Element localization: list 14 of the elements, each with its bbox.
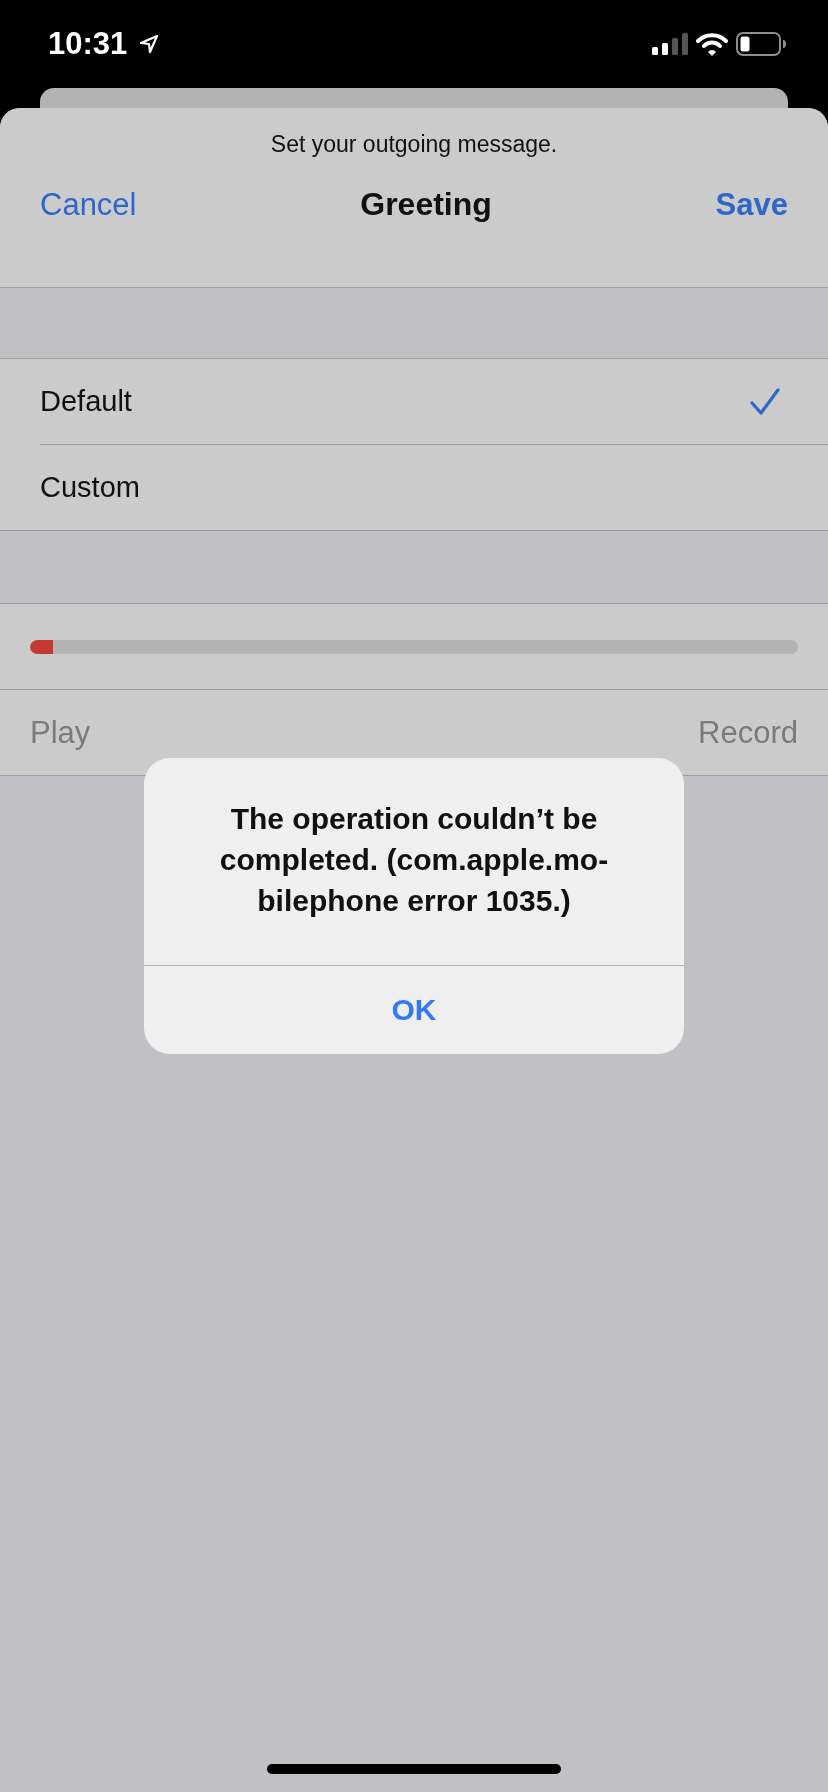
sheet-title: Greeting	[360, 186, 492, 223]
battery-icon	[736, 32, 786, 56]
alert-message: The operation couldn’t be completed. (com.apple.mo- bilephone error 1035.)	[144, 758, 684, 966]
status-time: 10:31	[48, 26, 128, 62]
cancel-button[interactable]: Cancel	[40, 186, 137, 223]
greeting-option[interactable]: Custom	[0, 445, 828, 531]
signal-icon	[652, 33, 688, 55]
location-arrow-icon	[139, 34, 160, 54]
greeting-option[interactable]: Default	[40, 359, 828, 445]
checkmark-icon	[750, 387, 780, 416]
save-button[interactable]: Save	[715, 186, 788, 223]
sheet-subtitle: Set your outgoing message.	[0, 108, 828, 160]
wifi-icon	[696, 32, 728, 56]
ok-button[interactable]: OK	[144, 966, 684, 1054]
